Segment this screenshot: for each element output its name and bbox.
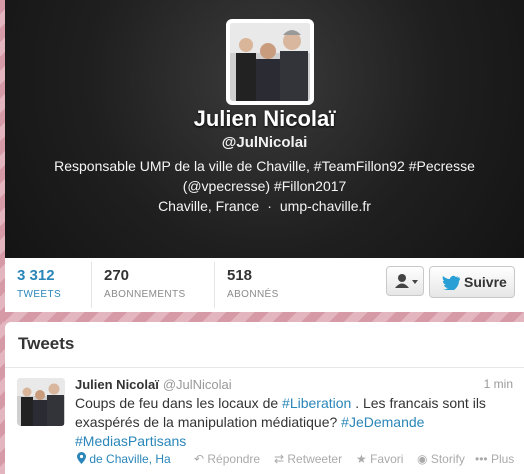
stat-followers[interactable]: 518 ABONNÉS bbox=[219, 267, 279, 307]
stat-divider bbox=[214, 262, 215, 308]
stat-following-count: 270 bbox=[104, 267, 130, 284]
place-label: de Chaville, Ha bbox=[89, 452, 171, 466]
more-label: Plus bbox=[490, 452, 515, 466]
favorite-label: Favori bbox=[370, 452, 404, 466]
profile-website-link[interactable]: ump-chaville.fr bbox=[280, 198, 371, 214]
follow-button-label: Suivre bbox=[464, 274, 507, 290]
reply-label: Répondre bbox=[207, 452, 261, 466]
stat-following[interactable]: 270 ABONNEMENTS bbox=[96, 267, 186, 307]
stat-tweets-count: 3 312 bbox=[17, 267, 55, 284]
stat-divider bbox=[91, 262, 92, 308]
hashtag-link[interactable]: #Liberation bbox=[282, 395, 351, 411]
tweet-timestamp[interactable]: 1 min bbox=[484, 377, 513, 391]
user-dropdown-icon bbox=[395, 274, 418, 288]
storify-label: Storify bbox=[430, 452, 465, 466]
storify-action[interactable]: ◉ Storify bbox=[417, 452, 465, 466]
stat-following-label: ABONNEMENTS bbox=[104, 289, 186, 300]
place-link[interactable]: de Chaville, Ha bbox=[77, 452, 171, 466]
tweet-author-name[interactable]: Julien Nicolaï bbox=[75, 377, 159, 392]
divider bbox=[5, 367, 524, 368]
user-actions-button[interactable] bbox=[386, 266, 424, 296]
separator-dot: · bbox=[267, 198, 272, 214]
profile-handle[interactable]: @JulNicolai bbox=[5, 134, 524, 151]
tweet-text: Coups de feu dans les locaux de #Liberat… bbox=[75, 394, 515, 451]
stat-followers-count: 518 bbox=[227, 267, 253, 284]
twitter-bird-icon bbox=[442, 275, 460, 290]
more-action[interactable]: ••• Plus bbox=[475, 452, 514, 466]
profile-location-line: Chaville, France · ump-chaville.fr bbox=[5, 198, 524, 214]
stat-followers-label: ABONNÉS bbox=[227, 289, 279, 300]
tweet-actions: de Chaville, Ha ↶ Répondre ⇄ Retweeter ★… bbox=[75, 452, 515, 470]
follow-button[interactable]: Suivre bbox=[429, 266, 515, 298]
tweet-author-handle[interactable]: @JulNicolai bbox=[163, 377, 232, 392]
profile-avatar[interactable] bbox=[226, 19, 314, 105]
tweet-author-photo bbox=[17, 378, 65, 426]
tweets-panel: Tweets Julien Nicolaï @JulNicolai 1 min C… bbox=[5, 322, 524, 474]
profile-photo bbox=[230, 23, 310, 101]
location-pin-icon bbox=[77, 452, 86, 464]
tweets-heading: Tweets bbox=[18, 334, 75, 353]
profile-location: Chaville, France bbox=[158, 198, 260, 214]
stat-tweets[interactable]: 3 312 TWEETS bbox=[9, 267, 61, 307]
profile-name: Julien Nicolaï bbox=[193, 106, 336, 131]
favorite-action[interactable]: ★ Favori bbox=[356, 452, 403, 466]
stat-tweets-label: TWEETS bbox=[17, 289, 62, 300]
profile-header: Julien Nicolaï @JulNicolai Responsable U… bbox=[5, 0, 524, 258]
hashtag-link[interactable]: #JeDemande bbox=[341, 414, 424, 430]
retweet-label: Retweeter bbox=[287, 452, 343, 466]
section-gap bbox=[0, 312, 524, 322]
retweet-action[interactable]: ⇄ Retweeter bbox=[274, 452, 342, 466]
profile-bio: Responsable UMP de la ville de Chaville,… bbox=[54, 158, 475, 194]
tweet-avatar[interactable] bbox=[17, 378, 65, 426]
reply-action[interactable]: ↶ Répondre bbox=[194, 452, 260, 466]
hashtag-link[interactable]: #MediasPartisans bbox=[75, 433, 186, 449]
tweet-text-part: Coups de feu dans les locaux de bbox=[75, 395, 283, 411]
tweet-header: Julien Nicolaï @JulNicolai bbox=[75, 377, 232, 392]
